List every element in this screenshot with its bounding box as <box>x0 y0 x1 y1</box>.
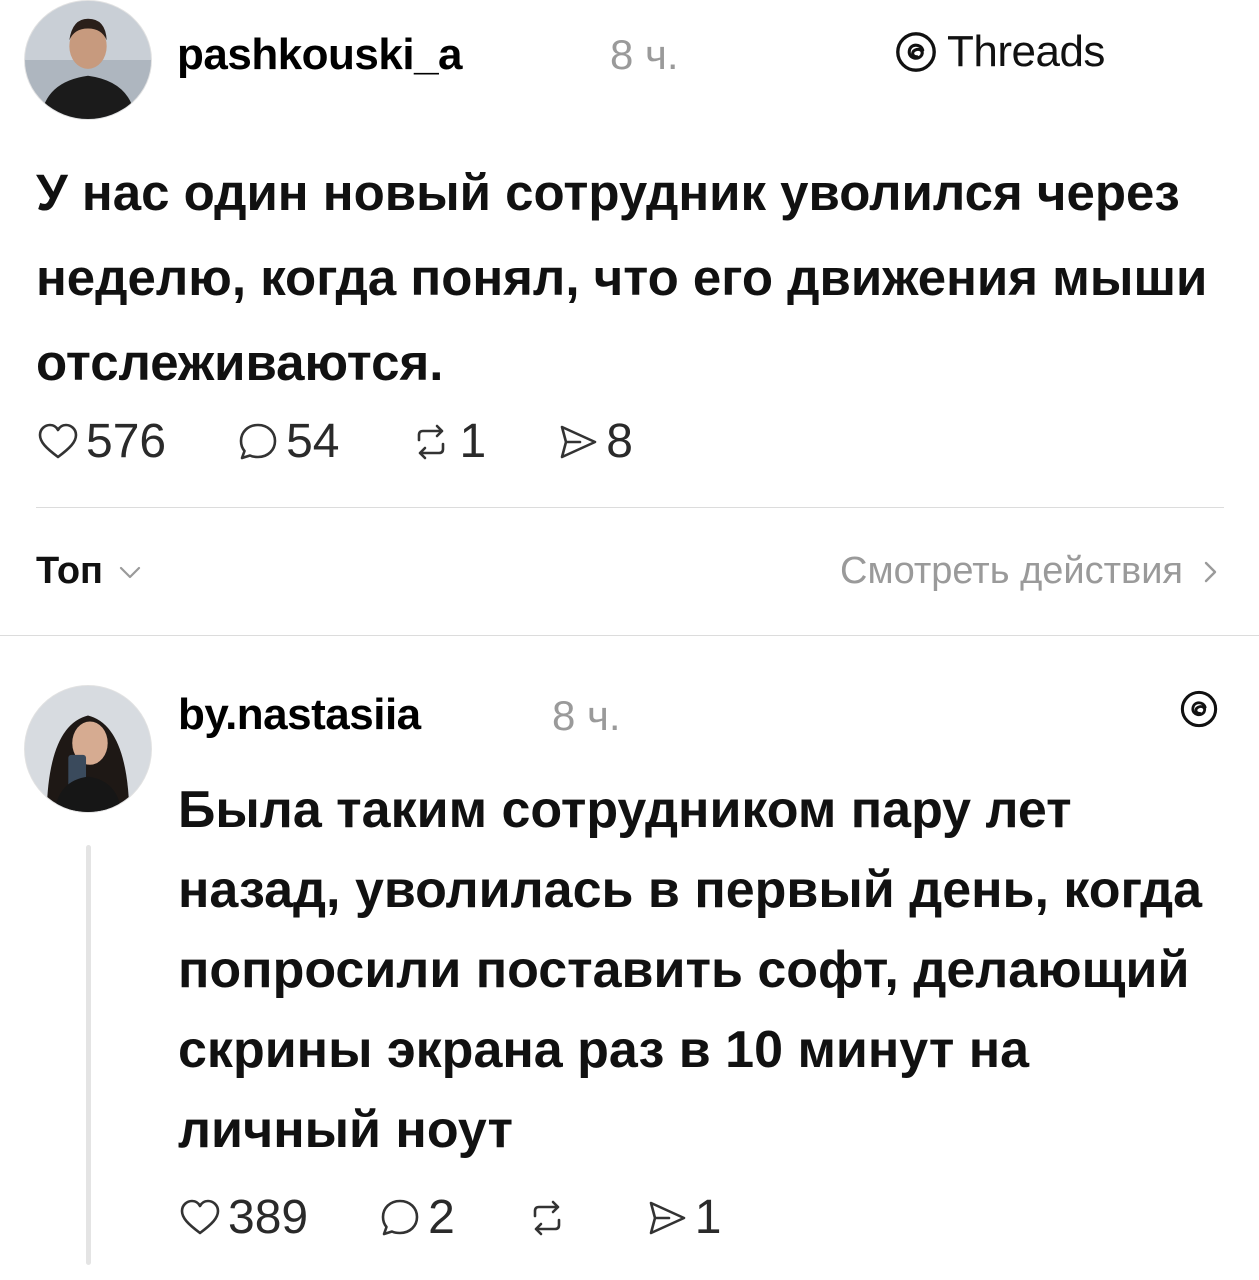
reply-time: 8 ч. <box>552 692 621 739</box>
reply-text: Была таким сотрудником пару лет назад, у… <box>178 781 1203 1159</box>
like-button[interactable]: 576 <box>36 414 166 469</box>
post-username[interactable]: pashkouski_a <box>177 30 463 80</box>
thread-connector-line <box>86 845 91 1265</box>
reply-username[interactable]: by.nastasiia <box>178 690 421 740</box>
section-divider <box>0 635 1259 636</box>
repost-button[interactable] <box>525 1196 575 1240</box>
repost-icon <box>418 424 445 459</box>
sort-label: Топ <box>36 550 103 592</box>
repost-icon <box>533 1200 561 1235</box>
comment-button[interactable]: 2 <box>378 1190 455 1245</box>
comment-button[interactable]: 54 <box>236 414 339 469</box>
threads-logo-icon <box>896 32 936 72</box>
comment-icon <box>381 1199 419 1235</box>
like-count: 389 <box>228 1191 309 1244</box>
view-activity-link[interactable]: Смотреть действия <box>840 550 1223 593</box>
share-button[interactable]: 8 <box>556 414 633 469</box>
post-time: 8 ч. <box>610 31 679 78</box>
post-author-avatar[interactable] <box>24 0 152 120</box>
share-icon <box>560 425 597 458</box>
chevron-down-icon <box>119 566 141 578</box>
chevron-right-icon <box>1204 561 1217 582</box>
repost-button[interactable]: 1 <box>409 414 486 469</box>
reply-author-avatar[interactable] <box>24 685 152 813</box>
heart-icon <box>38 423 78 458</box>
share-button[interactable]: 1 <box>645 1190 722 1245</box>
avatar-photo <box>25 1 151 119</box>
post-divider <box>36 507 1224 508</box>
like-count: 576 <box>86 415 167 468</box>
post-text: У нас один новый сотрудник уволился чере… <box>36 164 1208 391</box>
avatar-photo <box>25 686 151 812</box>
reply-actions: 389 2 1 <box>178 1190 722 1245</box>
threads-logo-icon[interactable] <box>1178 688 1220 730</box>
threads-brand[interactable]: Threads <box>893 27 1105 77</box>
comment-count: 54 <box>286 415 340 468</box>
share-count: 8 <box>606 415 633 468</box>
share-count: 1 <box>694 1191 722 1244</box>
post-actions: 576 54 1 8 <box>36 414 633 469</box>
comment-icon <box>239 423 277 459</box>
threads-brand-label: Threads <box>947 27 1105 76</box>
threads-screenshot: pashkouski_a 8 ч. Threads У нас один нов… <box>0 0 1259 1280</box>
repost-count: 1 <box>459 415 487 468</box>
like-button[interactable]: 389 <box>178 1190 308 1245</box>
heart-icon <box>180 1199 220 1234</box>
comment-count: 2 <box>428 1191 455 1244</box>
view-activity-label: Смотреть действия <box>840 550 1183 592</box>
share-icon <box>649 1201 686 1234</box>
sort-dropdown[interactable]: Топ <box>36 550 145 593</box>
